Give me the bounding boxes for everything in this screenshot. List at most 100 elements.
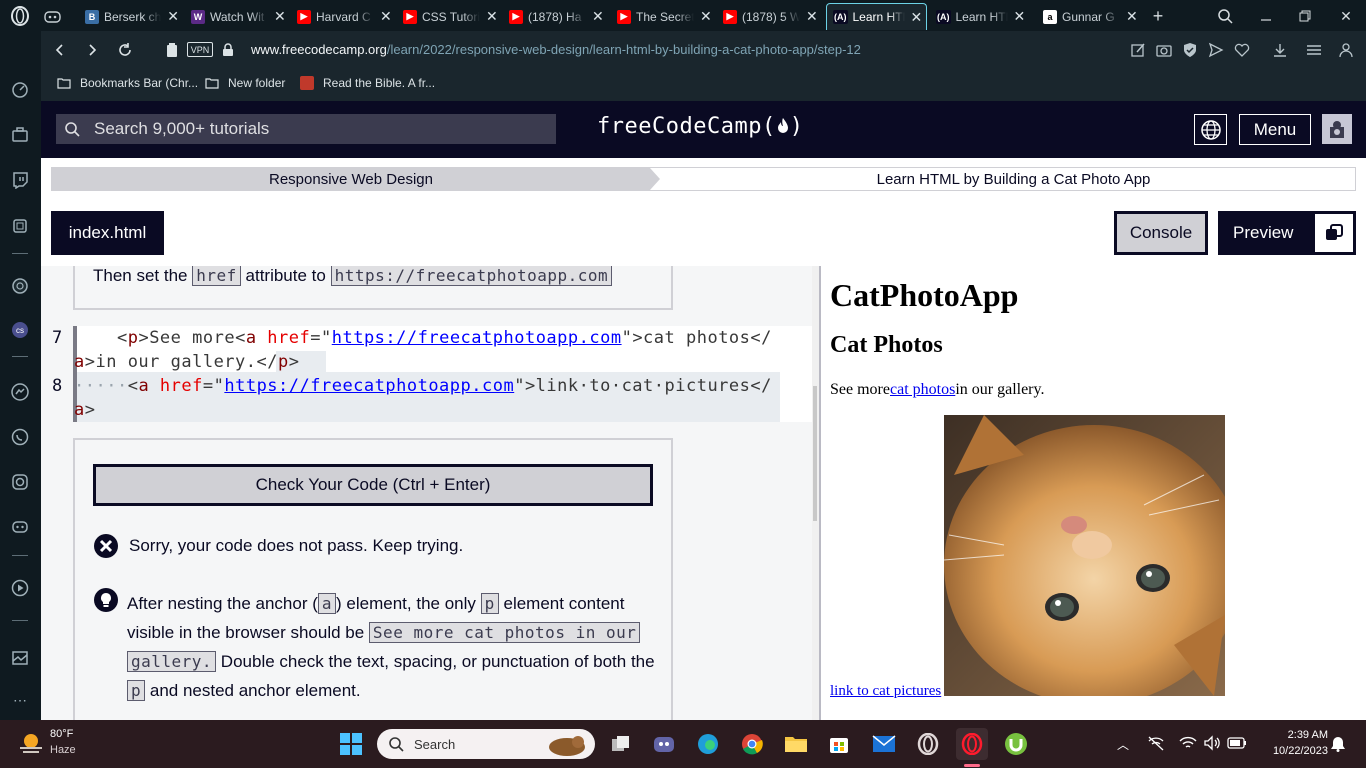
tab-item[interactable]: ▶ CSS Tutori ✕ <box>403 3 499 30</box>
cat-pictures-link[interactable]: link to cat pictures <box>830 683 941 700</box>
easy-setup-icon[interactable] <box>1305 41 1323 59</box>
wifi-icon[interactable] <box>1179 735 1197 751</box>
weather-desc[interactable]: Haze <box>50 744 76 756</box>
opera-gx-icon[interactable] <box>956 728 988 760</box>
code-line-7[interactable]: <p>See more<a href="https://freecatphoto… <box>74 328 772 348</box>
reload-icon[interactable] <box>116 41 134 59</box>
twitch-icon[interactable] <box>10 170 30 190</box>
popout-preview-icon[interactable] <box>1315 214 1353 252</box>
shield-icon[interactable] <box>1181 41 1199 59</box>
edit-icon[interactable] <box>1129 41 1147 59</box>
instagram-icon[interactable] <box>10 472 30 492</box>
more-icon[interactable]: ⋯ <box>10 690 30 710</box>
tab-islands-icon[interactable] <box>44 3 64 30</box>
code-line-8[interactable]: ·····<a href="https://freecatphotoapp.co… <box>74 376 772 396</box>
close-icon[interactable]: ✕ <box>806 8 818 25</box>
bookmark-item[interactable]: New folder <box>205 76 285 90</box>
language-globe-icon[interactable] <box>1194 114 1227 145</box>
restore-icon[interactable] <box>1293 6 1317 26</box>
editor-scrollbar-thumb[interactable] <box>813 386 817 521</box>
task-view-icon[interactable] <box>605 728 637 760</box>
close-icon[interactable]: ✕ <box>1126 8 1138 25</box>
tab-item[interactable]: ▶ Harvard C ✕ <box>297 3 393 30</box>
profile-icon[interactable] <box>1337 41 1355 59</box>
send-icon[interactable] <box>1207 41 1225 59</box>
tab-item[interactable]: a Gunnar G ✕ <box>1043 3 1139 30</box>
chatsonic-icon[interactable]: cs <box>10 320 30 340</box>
speed-dial-icon[interactable] <box>10 80 30 100</box>
tray-overflow-icon[interactable]: ︿ <box>1117 736 1129 753</box>
camera-icon[interactable] <box>1155 41 1173 59</box>
url-text[interactable]: www.freecodecamp.org/learn/2022/responsi… <box>251 42 861 57</box>
tab-item[interactable]: ▶ The Secret ✕ <box>617 3 713 30</box>
messenger-icon[interactable] <box>10 382 30 402</box>
breadcrumb-superblock[interactable]: Responsive Web Design <box>52 168 650 190</box>
opera-icon[interactable] <box>912 728 944 760</box>
menu-button[interactable]: Menu <box>1239 114 1311 145</box>
forward-icon[interactable] <box>83 41 101 59</box>
clock-date[interactable]: 10/22/2023 <box>1252 745 1328 757</box>
vpn-badge[interactable]: VPN <box>187 42 213 57</box>
heart-icon[interactable] <box>1233 41 1251 59</box>
download-icon[interactable] <box>1271 41 1289 59</box>
opera-logo-icon[interactable] <box>10 6 30 26</box>
back-icon[interactable] <box>51 41 69 59</box>
tab-item[interactable]: W Watch Wit ✕ <box>191 3 286 30</box>
tab-item[interactable]: B Berserk ch ✕ <box>85 3 179 30</box>
preview-button[interactable]: Preview <box>1218 211 1356 255</box>
check-code-button[interactable]: Check Your Code (Ctrl + Enter) <box>93 464 653 506</box>
breadcrumb-block[interactable]: Learn HTML by Building a Cat Photo App <box>670 168 1357 190</box>
bookmark-item[interactable]: Bookmarks Bar (Chr... <box>57 76 198 90</box>
tab-item-active[interactable]: (A)Learn HTM✕ <box>826 3 927 30</box>
close-window-icon[interactable]: ✕ <box>1334 6 1358 26</box>
fcc-logo[interactable]: freeCodeCamp() <box>597 114 803 139</box>
clock-time[interactable]: 2:39 AM <box>1262 729 1328 741</box>
close-icon[interactable]: ✕ <box>380 8 392 25</box>
workspaces-icon[interactable] <box>10 125 30 145</box>
close-icon[interactable]: ✕ <box>274 8 286 25</box>
microsoft-store-icon[interactable] <box>823 728 855 760</box>
teams-chat-icon[interactable] <box>648 728 680 760</box>
notification-bell-icon[interactable] <box>1330 736 1346 752</box>
close-icon[interactable]: ✕ <box>167 8 179 25</box>
weather-temp[interactable]: 80°F <box>50 728 73 740</box>
utorrent-icon[interactable] <box>1000 728 1032 760</box>
code-editor[interactable]: Then set the href attribute to https://f… <box>41 266 819 720</box>
bookmark-item[interactable]: Read the Bible. A fr... <box>300 76 435 90</box>
close-icon[interactable]: ✕ <box>1014 8 1026 25</box>
battery-icon[interactable] <box>1227 736 1247 750</box>
pinboard-icon[interactable] <box>10 648 30 668</box>
cat-photos-link[interactable]: cat photos <box>890 381 955 398</box>
tab-item[interactable]: ▶ (1878) 5 W ✕ <box>723 3 819 30</box>
file-tab-index-html[interactable]: index.html <box>51 211 164 255</box>
avatar[interactable] <box>1322 114 1352 144</box>
chrome-icon[interactable] <box>736 728 768 760</box>
code-line-7-wrap[interactable]: a>in our gallery.</p> <box>74 352 299 372</box>
taskbar-search-box[interactable]: Search <box>377 729 595 759</box>
tab-item[interactable]: (A)Learn HTM✕ <box>936 3 1032 30</box>
edge-icon[interactable] <box>692 728 724 760</box>
tab-item[interactable]: ▶ (1878) Ha ✕ <box>509 3 605 30</box>
whatsapp-icon[interactable] <box>10 427 30 447</box>
volume-icon[interactable] <box>1203 735 1221 751</box>
tab-search-icon[interactable] <box>1213 6 1237 26</box>
player-icon[interactable] <box>10 578 30 598</box>
cat-photo[interactable] <box>944 415 1225 696</box>
console-button[interactable]: Console <box>1114 211 1208 255</box>
clipboard-icon[interactable] <box>163 41 181 59</box>
chatgpt-icon[interactable] <box>10 276 30 296</box>
mail-icon[interactable] <box>868 728 900 760</box>
search-input[interactable]: Search 9,000+ tutorials <box>56 114 556 144</box>
close-icon[interactable]: ✕ <box>700 8 712 25</box>
file-explorer-icon[interactable] <box>780 728 812 760</box>
close-icon[interactable]: ✕ <box>592 8 604 25</box>
minimize-icon[interactable] <box>1254 6 1278 26</box>
weather-icon[interactable] <box>18 730 44 756</box>
windows-start-icon[interactable] <box>335 728 367 760</box>
new-tab-icon[interactable]: + <box>1146 6 1170 26</box>
close-icon[interactable]: ✕ <box>486 8 498 25</box>
crypto-wallet-icon[interactable] <box>10 216 30 236</box>
network-off-icon[interactable] <box>1147 735 1165 751</box>
discord-icon[interactable] <box>10 517 30 537</box>
code-line-8-wrap[interactable]: a> <box>74 400 96 420</box>
